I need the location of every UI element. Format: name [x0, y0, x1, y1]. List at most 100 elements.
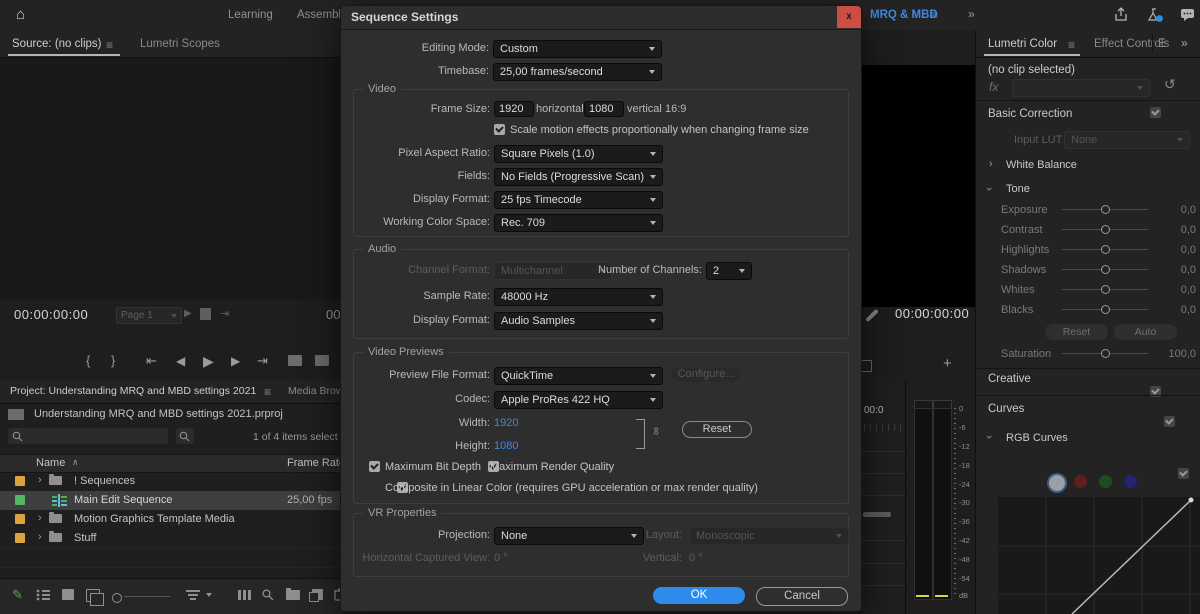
tab-project[interactable]: Project: Understanding MRQ and MBD setti… — [10, 385, 256, 397]
freeform-view-icon[interactable] — [86, 589, 100, 602]
home-icon[interactable]: ⌂ — [16, 6, 25, 23]
timeline-scrollbar[interactable] — [863, 512, 891, 517]
source-timecode[interactable]: 00:00:00:00 — [14, 307, 88, 322]
pixel-aspect-ratio-select[interactable]: Square Pixels (1.0) — [494, 145, 663, 163]
zoom-slider-track[interactable] — [124, 596, 170, 597]
display-format-select[interactable]: 25 fps Timecode — [494, 191, 663, 209]
curve-channel-master-dot[interactable] — [1047, 473, 1067, 493]
tab-source-monitor[interactable]: Source: (no clips) — [12, 38, 101, 50]
beta-beaker-icon[interactable] — [1146, 7, 1164, 23]
workspaces-overflow-icon[interactable]: » — [968, 7, 975, 21]
label-swatch-green[interactable] — [15, 495, 25, 505]
label-swatch-orange[interactable] — [15, 514, 25, 524]
label-swatch-orange[interactable] — [15, 476, 25, 486]
source-panel-menu-icon[interactable]: ≡ — [106, 38, 113, 52]
tab-truncated[interactable]: E — [1158, 38, 1166, 50]
mark-out-icon[interactable]: } — [111, 353, 115, 368]
audio-display-format-select[interactable]: Audio Samples — [494, 312, 663, 330]
disclosure-icon[interactable]: › — [38, 531, 42, 543]
rgb-curves-disclosure-icon[interactable]: › — [983, 435, 995, 439]
project-breadcrumb[interactable]: Understanding MRQ and MBD settings 2021.… — [34, 408, 283, 420]
rgb-curve-graph[interactable] — [998, 497, 1200, 614]
sort-icon[interactable] — [186, 589, 200, 601]
go-to-out-icon[interactable]: ⇥ — [257, 353, 268, 369]
fields-select[interactable]: No Fields (Progressive Scan) — [494, 168, 663, 186]
height-hot-text[interactable]: 1080 — [494, 440, 518, 452]
preview-file-format-select[interactable]: QuickTime — [494, 367, 663, 385]
go-to-in-icon[interactable]: ⇤ — [146, 353, 157, 369]
reset-effects-icon[interactable]: ↺ — [1164, 76, 1176, 93]
new-bin-icon[interactable] — [286, 590, 300, 600]
feedback-comment-icon[interactable] — [1180, 8, 1196, 22]
cancel-button[interactable]: Cancel — [756, 587, 848, 606]
timeline-ruler[interactable] — [864, 424, 906, 431]
project-row-sequences-bin[interactable]: › ! Sequences — [0, 472, 345, 491]
curve-channel-red-dot[interactable] — [1074, 475, 1087, 488]
timebase-select[interactable]: 25,00 frames/second — [493, 63, 662, 81]
section-creative[interactable]: Creative — [988, 373, 1031, 385]
project-row-stuff-bin[interactable]: › Stuff — [0, 529, 345, 548]
icon-view-icon[interactable] — [62, 589, 74, 600]
codec-select[interactable]: Apple ProRes 422 HQ — [494, 391, 663, 409]
list-view-icon[interactable] — [36, 589, 50, 601]
program-timecode[interactable]: 00:00:00:00 — [895, 306, 969, 321]
disclosure-icon[interactable]: › — [38, 474, 42, 486]
dialog-title-bar[interactable]: Sequence Settings x — [341, 6, 861, 30]
source-settings-icon[interactable] — [200, 308, 211, 320]
overwrite-icon[interactable] — [315, 355, 329, 366]
project-back-folder-icon[interactable] — [8, 409, 24, 420]
automate-sequence-icon[interactable] — [238, 589, 253, 601]
quick-export-icon[interactable] — [1113, 7, 1129, 23]
insert-icon[interactable] — [288, 355, 302, 366]
number-of-channels-select[interactable]: 2 — [706, 262, 752, 280]
play-button-icon[interactable]: ▶ — [203, 353, 214, 370]
writable-pen-icon[interactable]: ✎ — [12, 587, 23, 603]
disclosure-icon[interactable]: › — [38, 512, 42, 524]
tab-lumetri-scopes[interactable]: Lumetri Scopes — [140, 38, 220, 50]
tab-lumetri-color[interactable]: Lumetri Color — [988, 38, 1057, 50]
label-swatch-orange[interactable] — [15, 533, 25, 543]
zoom-slider-knob[interactable] — [112, 593, 122, 603]
column-header-name[interactable]: Name — [36, 457, 65, 469]
wrench-settings-icon[interactable] — [865, 309, 878, 322]
reset-preview-size-button[interactable]: Reset — [682, 421, 752, 438]
workspace-menu-icon[interactable]: ≡ — [931, 8, 938, 22]
frame-height-input[interactable]: 1080 — [584, 101, 624, 117]
sort-ascending-icon[interactable]: ∧ — [72, 457, 79, 468]
ok-button[interactable]: OK — [653, 587, 745, 604]
white-balance-disclosure-icon[interactable]: › — [989, 158, 993, 170]
lumetri-panel-menu-icon[interactable]: ≡ — [1068, 38, 1075, 52]
workspace-tab-mrq-mbd[interactable]: MRQ & MBD — [870, 9, 938, 21]
curve-channel-green-dot[interactable] — [1099, 475, 1112, 488]
link-width-height-icon[interactable]: ∞ — [650, 427, 662, 435]
source-play-indicator-icon[interactable]: ▶ — [184, 308, 192, 319]
sample-rate-select[interactable]: 48000 Hz — [494, 288, 663, 306]
project-search-input[interactable] — [8, 428, 168, 444]
timeline-timecode-partial[interactable]: 00:0 — [864, 405, 883, 416]
width-hot-text[interactable]: 1920 — [494, 417, 518, 429]
section-tone[interactable]: Tone — [1006, 183, 1030, 195]
dialog-close-button[interactable]: x — [837, 6, 861, 28]
section-white-balance[interactable]: White Balance — [1006, 159, 1077, 171]
section-curves[interactable]: Curves — [988, 403, 1024, 415]
workspace-tab-learning[interactable]: Learning — [228, 9, 273, 21]
step-back-icon[interactable]: ◀ — [176, 354, 185, 368]
search-bin-icon[interactable] — [176, 428, 194, 444]
section-basic-correction[interactable]: Basic Correction — [988, 108, 1072, 120]
column-header-frame-rate[interactable]: Frame Rate — [287, 457, 345, 469]
tone-disclosure-icon[interactable]: › — [983, 187, 995, 191]
panel-overflow-icon[interactable]: » — [1181, 36, 1188, 50]
new-item-icon[interactable] — [312, 589, 323, 600]
step-forward-icon[interactable]: ▶ — [231, 354, 240, 368]
curve-channel-blue-dot[interactable] — [1124, 475, 1137, 488]
editing-mode-select[interactable]: Custom — [493, 40, 662, 58]
sort-menu-chevron-icon[interactable] — [206, 593, 212, 597]
max-bit-depth-checkbox[interactable] — [369, 461, 380, 472]
project-row-motion-graphics-bin[interactable]: › Motion Graphics Template Media — [0, 510, 345, 529]
add-button-icon[interactable]: + — [943, 355, 952, 372]
scale-motion-checkbox[interactable] — [494, 124, 505, 135]
mark-in-icon[interactable]: { — [86, 353, 90, 368]
find-icon[interactable] — [262, 589, 274, 601]
frame-width-input[interactable]: 1920 — [494, 101, 534, 117]
section-rgb-curves[interactable]: RGB Curves — [1006, 432, 1068, 444]
